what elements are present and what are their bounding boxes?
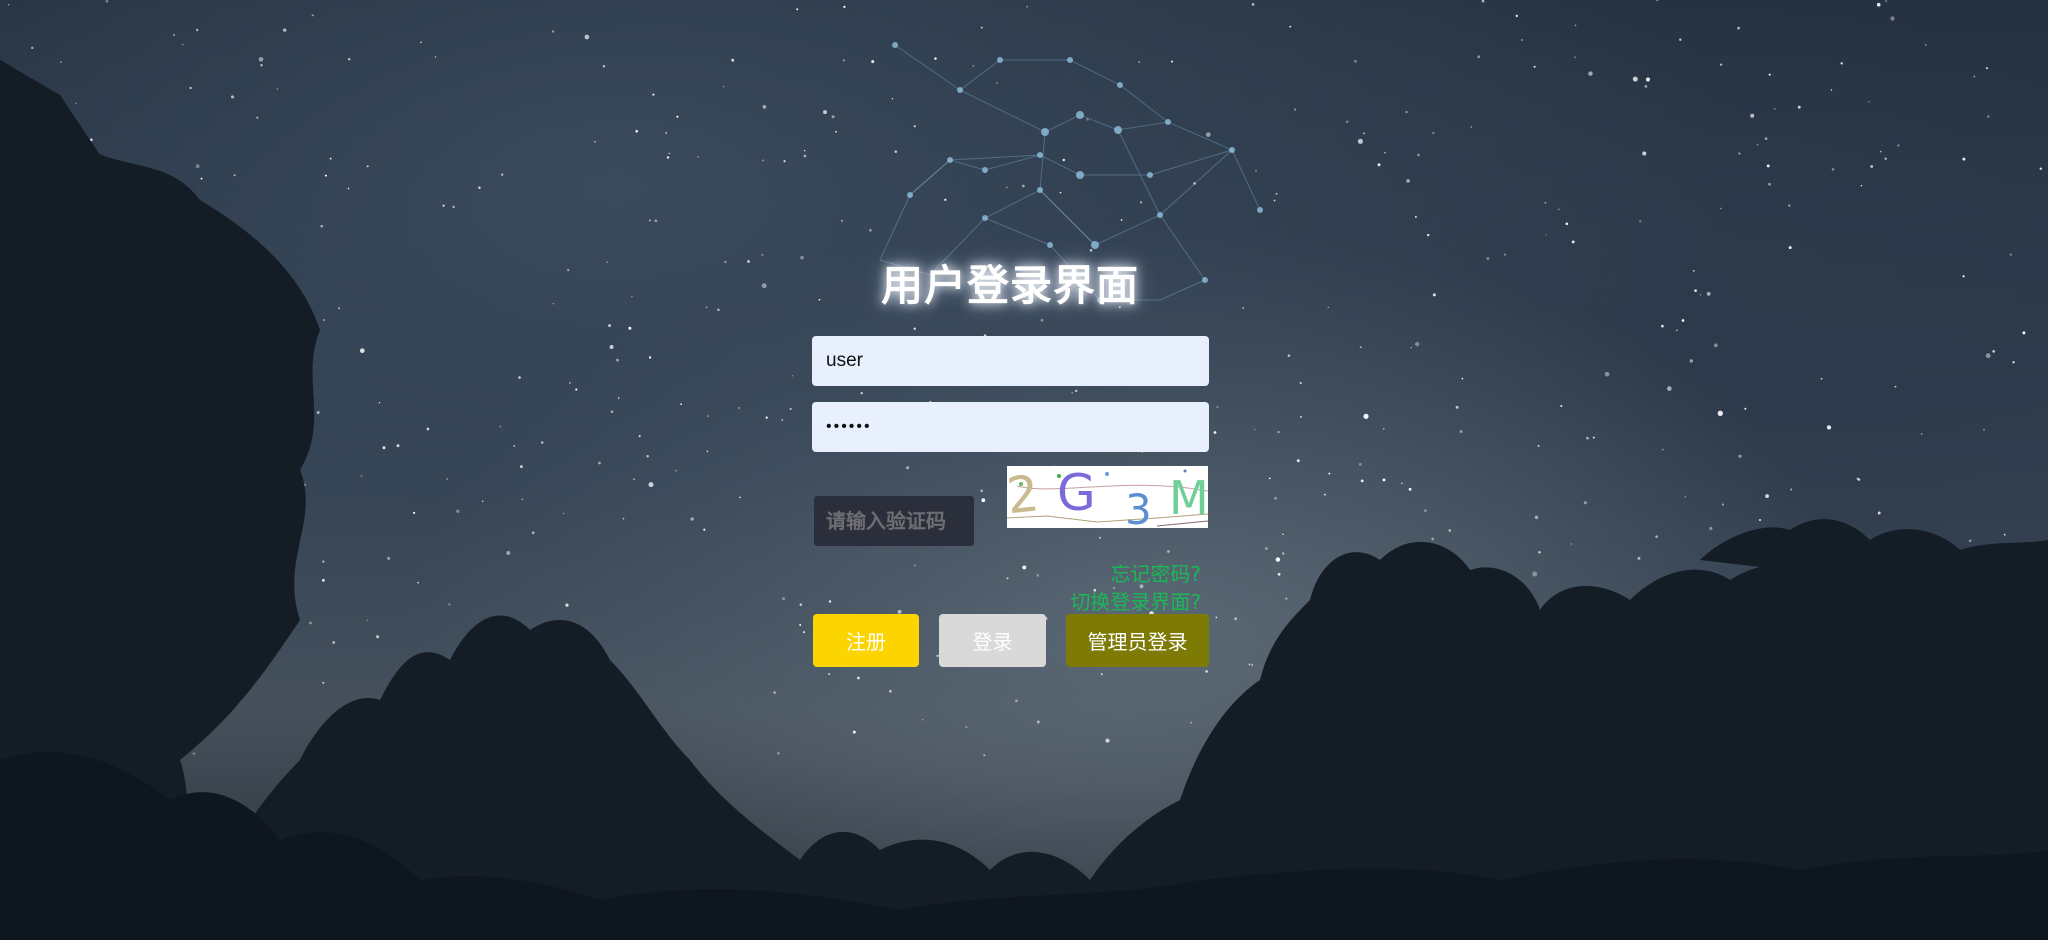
svg-text:3: 3: [1125, 485, 1152, 528]
page-title: 用户登录界面: [880, 261, 1139, 310]
captcha-image[interactable]: 2 G 3 M: [1007, 466, 1208, 528]
admin-login-button[interactable]: 管理员登录: [1066, 614, 1209, 667]
auxiliary-links: 忘记密码? 切换登录界面?: [1070, 560, 1201, 616]
forgot-password-link[interactable]: 忘记密码?: [1070, 560, 1201, 588]
username-input[interactable]: [812, 336, 1209, 386]
register-button[interactable]: 注册: [813, 614, 919, 667]
captcha-input[interactable]: [814, 496, 974, 546]
svg-text:2: 2: [1007, 466, 1042, 525]
svg-text:G: G: [1057, 466, 1096, 522]
login-button[interactable]: 登录: [939, 614, 1046, 667]
switch-login-link[interactable]: 切换登录界面?: [1070, 588, 1201, 616]
svg-text:M: M: [1169, 471, 1208, 525]
login-page: 用户登录界面 2 G 3 M 忘记密码? 切换登录界面? 注册 登录 管理员登录: [0, 0, 2048, 940]
password-input[interactable]: [812, 402, 1209, 452]
